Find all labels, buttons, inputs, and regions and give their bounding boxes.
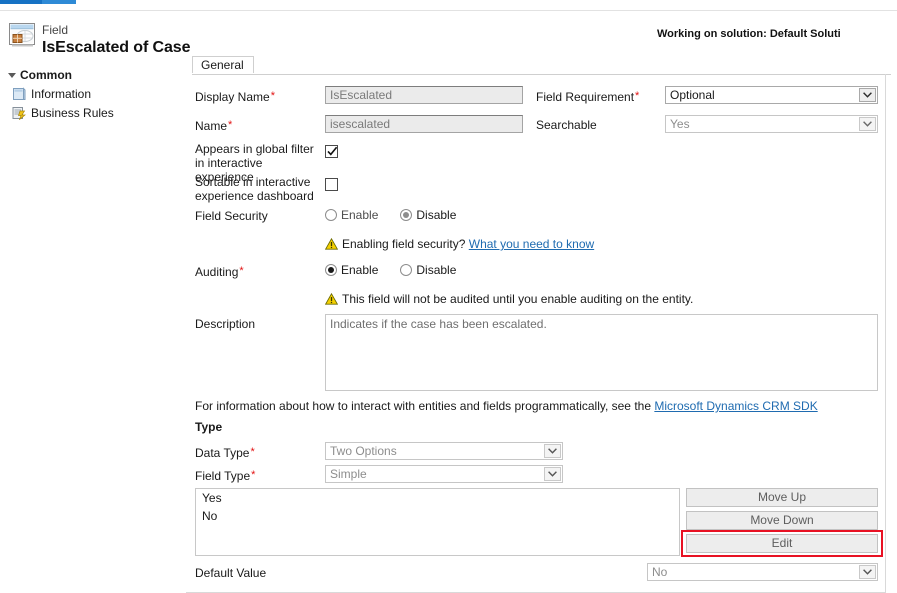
auditing-warning-text: This field will not be audited until you… <box>342 292 693 306</box>
business-rules-icon <box>12 106 26 120</box>
global-filter-checkbox[interactable] <box>325 145 338 158</box>
warning-icon <box>325 238 338 250</box>
required-marker: * <box>251 469 255 481</box>
move-down-button[interactable]: Move Down <box>686 511 878 530</box>
active-tab-indicator[interactable] <box>0 0 42 4</box>
sidebar-item-label: Business Rules <box>31 106 114 120</box>
name-input[interactable]: isescalated <box>325 115 523 133</box>
sdk-note-text: For information about how to interact wi… <box>195 399 651 413</box>
label-field-requirement: Field Requirement* <box>536 89 639 104</box>
information-page-icon <box>12 87 26 101</box>
label-sortable: Sortable in interactive experience dashb… <box>195 175 320 203</box>
crm-sdk-link[interactable]: Microsoft Dynamics CRM SDK <box>654 399 817 413</box>
list-item[interactable]: No <box>196 507 679 525</box>
label-field-type: Field Type* <box>195 468 255 483</box>
field-form-panel: General Display Name* IsEscalated Field … <box>186 56 897 593</box>
nav-group-common[interactable]: Common <box>8 68 186 82</box>
required-marker: * <box>635 90 639 102</box>
label-description: Description <box>195 317 255 331</box>
field-security-radio-group[interactable]: Enable Disable <box>325 208 456 222</box>
chevron-down-icon <box>859 565 876 579</box>
nav-group-label: Common <box>20 68 72 82</box>
page-title: IsEscalated of Case <box>42 39 190 57</box>
type-section-title: Type <box>195 420 222 434</box>
solution-context-label: Working on solution: Default Soluti <box>657 28 897 40</box>
label-data-type: Data Type* <box>195 445 255 460</box>
searchable-value: Yes <box>670 117 690 131</box>
tab-general[interactable]: General <box>192 56 254 73</box>
sidebar-item-information[interactable]: Information <box>0 85 186 104</box>
list-item[interactable]: Yes <box>196 489 679 507</box>
label-default-value: Default Value <box>195 566 266 580</box>
auditing-disable-radio[interactable] <box>400 264 412 276</box>
data-type-value: Two Options <box>330 444 397 458</box>
label-display-name: Display Name* <box>195 89 275 104</box>
sortable-checkbox[interactable] <box>325 178 338 191</box>
field-requirement-value: Optional <box>670 88 715 102</box>
field-security-disable-label: Disable <box>416 208 456 222</box>
auditing-radio-group[interactable]: Enable Disable <box>325 263 456 277</box>
chevron-down-icon <box>859 88 876 102</box>
display-name-input[interactable]: IsEscalated <box>325 86 523 104</box>
chevron-down-icon <box>544 467 561 481</box>
header-kicker: Field <box>42 23 68 37</box>
auditing-enable-label: Enable <box>341 263 378 277</box>
chevron-down-icon <box>859 117 876 131</box>
tab-indicator-secondary[interactable] <box>42 0 76 4</box>
sidebar-item-business-rules[interactable]: Business Rules <box>0 104 186 123</box>
form-tabstrip: General <box>192 56 891 75</box>
warning-icon <box>325 293 338 305</box>
field-security-enable-label: Enable <box>341 208 378 222</box>
field-security-warning: Enabling field security? What you need t… <box>325 237 594 251</box>
move-up-button[interactable]: Move Up <box>686 488 878 507</box>
label-field-security: Field Security <box>195 209 268 223</box>
field-security-enable-radio[interactable] <box>325 209 337 221</box>
auditing-disable-label: Disable <box>416 263 456 277</box>
default-value-select[interactable]: No <box>647 563 878 581</box>
field-type-select[interactable]: Simple <box>325 465 563 483</box>
field-security-help-link[interactable]: What you need to know <box>469 237 594 251</box>
page-header: Field IsEscalated of Case Working on sol… <box>0 10 897 62</box>
description-textarea[interactable]: Indicates if the case has been escalated… <box>325 314 878 391</box>
chevron-down-icon <box>8 73 16 78</box>
required-marker: * <box>228 119 232 131</box>
data-type-select[interactable]: Two Options <box>325 442 563 460</box>
form-body: Display Name* IsEscalated Field Requirem… <box>186 74 886 593</box>
field-security-disable-radio[interactable] <box>400 209 412 221</box>
required-marker: * <box>239 265 243 277</box>
edit-button-highlight <box>681 530 883 557</box>
field-type-value: Simple <box>330 467 367 481</box>
searchable-select[interactable]: Yes <box>665 115 878 133</box>
default-value-value: No <box>652 565 667 579</box>
chevron-down-icon <box>544 444 561 458</box>
sdk-note: For information about how to interact wi… <box>195 399 818 413</box>
left-navigation: Common Information Business Rules <box>0 62 186 593</box>
sidebar-item-label: Information <box>31 87 91 101</box>
required-marker: * <box>271 90 275 102</box>
options-listbox[interactable]: Yes No <box>195 488 680 556</box>
field-requirement-select[interactable]: Optional <box>665 86 878 104</box>
auditing-warning: This field will not be audited until you… <box>325 292 693 306</box>
auditing-enable-radio[interactable] <box>325 264 337 276</box>
field-security-warning-text: Enabling field security? <box>342 237 465 251</box>
label-name: Name* <box>195 118 232 133</box>
field-entity-icon <box>9 22 36 48</box>
required-marker: * <box>250 446 254 458</box>
label-searchable: Searchable <box>536 118 597 132</box>
label-auditing: Auditing* <box>195 264 244 279</box>
